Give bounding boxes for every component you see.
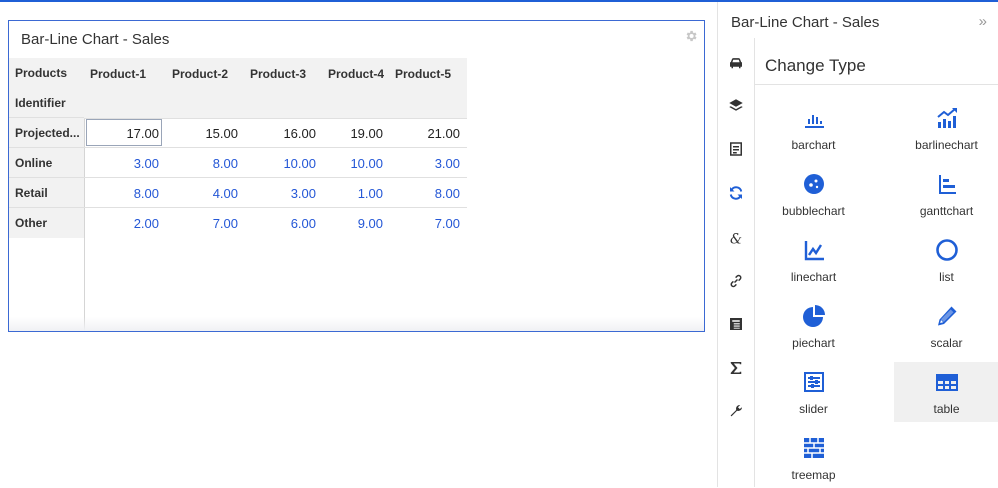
- table-cell[interactable]: 3.00: [400, 156, 460, 171]
- gantt-chart-icon: [939, 175, 956, 194]
- collapse-panel-icon[interactable]: »: [979, 13, 987, 30]
- type-ganttchart[interactable]: ganttchart: [894, 164, 998, 224]
- type-label: table: [933, 402, 960, 416]
- table-cell[interactable]: 4.00: [178, 186, 238, 201]
- table-cell[interactable]: 7.00: [400, 216, 460, 231]
- table-cell[interactable]: 8.00: [178, 156, 238, 171]
- table-cell[interactable]: 19.00: [323, 126, 383, 141]
- type-label: bubblechart: [782, 204, 845, 218]
- change-type-section: Change Type barchart barlinechart bubble…: [755, 38, 998, 487]
- table-cell[interactable]: 21.00: [400, 126, 460, 141]
- type-label: scalar: [930, 336, 963, 350]
- type-label: barchart: [791, 138, 836, 152]
- table-cell[interactable]: 7.00: [178, 216, 238, 231]
- treemap-icon: [804, 438, 824, 458]
- row-header-online[interactable]: Online: [9, 148, 84, 178]
- refresh-icon[interactable]: [727, 184, 745, 202]
- type-linechart[interactable]: linechart: [761, 230, 866, 290]
- type-treemap[interactable]: treemap: [761, 428, 866, 488]
- bar-chart-icon: [805, 115, 824, 128]
- type-scalar[interactable]: scalar: [894, 296, 998, 356]
- type-label: linechart: [790, 270, 837, 284]
- type-label: slider: [799, 402, 828, 416]
- row-header-column: Products Identifier Projected... Online …: [9, 58, 85, 331]
- column-header[interactable]: Product-4: [328, 67, 384, 81]
- list-circle-icon: [936, 239, 958, 261]
- table-cell[interactable]: 17.00: [99, 126, 159, 141]
- table-cell[interactable]: 1.00: [323, 186, 383, 201]
- panel-sidebar: &: [718, 38, 755, 487]
- ampersand-icon[interactable]: &: [727, 229, 745, 247]
- news-icon[interactable]: [727, 315, 745, 333]
- bar-line-chart-icon: [937, 108, 957, 128]
- table-cell[interactable]: 8.00: [400, 186, 460, 201]
- row-header-identifier: Identifier: [9, 88, 84, 118]
- type-slider[interactable]: slider: [761, 362, 866, 422]
- table-cell[interactable]: 15.00: [178, 126, 238, 141]
- type-label: treemap: [791, 468, 836, 482]
- properties-panel: Bar-Line Chart - Sales » & Change Type b…: [717, 2, 998, 487]
- widget-title: Bar-Line Chart - Sales: [21, 31, 170, 48]
- column-header-row: Product-1 Product-2 Product-3 Product-4 …: [84, 58, 467, 119]
- type-table[interactable]: table: [894, 362, 998, 422]
- column-header[interactable]: Product-1: [90, 67, 146, 81]
- row-header-other[interactable]: Other: [9, 208, 84, 238]
- table-cell[interactable]: 3.00: [256, 186, 316, 201]
- type-label: list: [939, 270, 954, 284]
- type-barchart[interactable]: barchart: [761, 98, 866, 158]
- pie-chart-icon: [803, 305, 825, 327]
- line-chart-icon: [804, 241, 824, 261]
- document-icon[interactable]: [727, 140, 745, 158]
- type-label: piechart: [792, 336, 835, 350]
- table-row: 17.00 15.00 16.00 19.00 21.00: [84, 118, 467, 148]
- type-barlinechart[interactable]: barlinechart: [894, 98, 998, 158]
- table-cell[interactable]: 6.00: [256, 216, 316, 231]
- type-bubblechart[interactable]: bubblechart: [761, 164, 866, 224]
- slider-icon: [804, 372, 824, 392]
- type-list[interactable]: list: [894, 230, 998, 290]
- table-cell[interactable]: 3.00: [99, 156, 159, 171]
- table-icon: [936, 374, 958, 391]
- table-row: 2.00 7.00 6.00 9.00 7.00: [84, 208, 467, 238]
- svg-text:&: &: [730, 231, 742, 247]
- row-header-retail[interactable]: Retail: [9, 178, 84, 208]
- column-header[interactable]: Product-3: [250, 67, 306, 81]
- table-row: 3.00 8.00 10.00 10.00 3.00: [84, 148, 467, 178]
- section-divider: [755, 84, 998, 85]
- bottom-shadow: [9, 317, 704, 331]
- row-header-projected[interactable]: Projected...: [9, 118, 84, 148]
- type-label: ganttchart: [919, 204, 974, 218]
- column-header[interactable]: Product-2: [172, 67, 228, 81]
- type-piechart[interactable]: piechart: [761, 296, 866, 356]
- wrench-icon[interactable]: [727, 402, 745, 420]
- gear-icon[interactable]: [684, 29, 698, 43]
- layers-icon[interactable]: [727, 97, 745, 115]
- type-label: barlinechart: [915, 138, 978, 152]
- data-grid: Products Identifier Projected... Online …: [9, 58, 467, 331]
- table-cell[interactable]: 8.00: [99, 186, 159, 201]
- table-cell[interactable]: 2.00: [99, 216, 159, 231]
- section-title: Change Type: [765, 56, 866, 75]
- table-cell[interactable]: 9.00: [323, 216, 383, 231]
- panel-title: Bar-Line Chart - Sales: [731, 14, 880, 31]
- link-icon[interactable]: [727, 272, 745, 290]
- row-header-products: Products: [9, 58, 84, 88]
- car-icon[interactable]: [727, 54, 745, 72]
- bubble-chart-icon: [804, 174, 824, 194]
- table-cell[interactable]: 16.00: [256, 126, 316, 141]
- table-cell[interactable]: 10.00: [256, 156, 316, 171]
- sigma-icon[interactable]: [727, 359, 745, 377]
- widget-panel[interactable]: Bar-Line Chart - Sales Products Identifi…: [8, 20, 705, 332]
- pencil-icon: [938, 306, 957, 326]
- table-cell[interactable]: 10.00: [323, 156, 383, 171]
- column-header[interactable]: Product-5: [395, 67, 451, 81]
- table-row: 8.00 4.00 3.00 1.00 8.00: [84, 178, 467, 208]
